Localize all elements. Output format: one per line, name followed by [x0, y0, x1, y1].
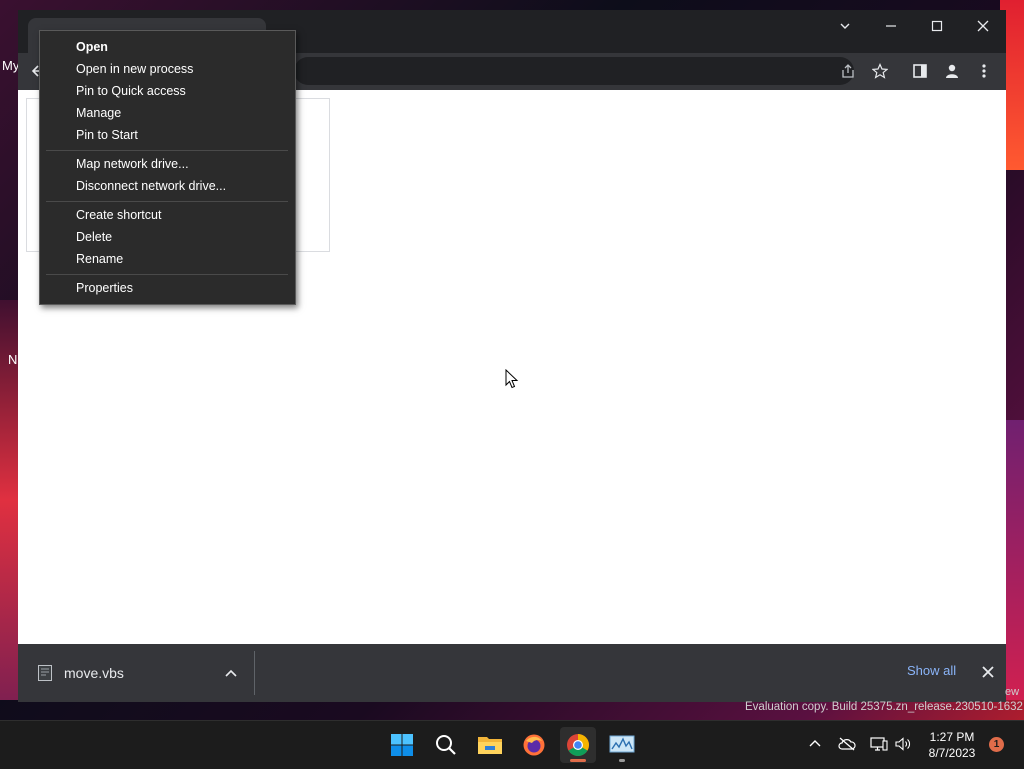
chrome-icon [567, 734, 589, 756]
menu-item-delete[interactable]: Delete [76, 230, 112, 244]
close-icon[interactable] [960, 10, 1006, 42]
network-icon[interactable] [870, 735, 888, 753]
context-menu: Open Open in new process Pin to Quick ac… [39, 30, 296, 305]
tab-search-icon[interactable] [822, 10, 868, 42]
start-icon [391, 734, 413, 756]
address-bar[interactable] [294, 57, 854, 85]
evaluation-watermark: Evaluation copy. Build 25375.zn_release.… [745, 701, 1023, 713]
file-explorer-button[interactable] [472, 727, 508, 763]
script-file-icon [38, 665, 52, 681]
share-icon[interactable] [838, 61, 858, 81]
menu-item-disconnect-network-drive[interactable]: Disconnect network drive... [76, 179, 226, 193]
download-divider [254, 651, 255, 695]
download-bar: move.vbs Show all [18, 644, 1006, 702]
cloud-offline-icon[interactable] [838, 735, 856, 753]
resource-monitor-icon [609, 735, 635, 753]
menu-item-open[interactable]: Open [76, 40, 108, 54]
running-app-indicator [619, 759, 625, 762]
firefox-button[interactable] [516, 727, 552, 763]
chevron-up-icon[interactable] [223, 666, 239, 682]
clock-time: 1:27 PM [929, 730, 975, 744]
firefox-icon [523, 734, 545, 756]
start-button[interactable] [384, 727, 420, 763]
side-panel-icon[interactable] [910, 61, 930, 81]
taskbar: 1:27 PM 8/7/2023 1 [0, 720, 1024, 769]
mouse-cursor-icon [505, 369, 519, 389]
desktop-icon-label[interactable]: My [2, 58, 19, 73]
menu-item-rename[interactable]: Rename [76, 252, 123, 266]
show-all-button[interactable]: Show all [907, 663, 956, 678]
watermark-edge-text: ew [1005, 686, 1020, 698]
file-explorer-icon [478, 737, 502, 754]
bookmark-star-icon[interactable] [870, 61, 890, 81]
menu-item-map-network-drive[interactable]: Map network drive... [76, 157, 189, 171]
clock-date: 8/7/2023 [928, 746, 976, 760]
chevron-up-icon[interactable] [806, 735, 824, 753]
menu-item-manage[interactable]: Manage [76, 106, 121, 120]
download-file-name: move.vbs [64, 665, 124, 681]
menu-separator [46, 274, 288, 275]
more-menu-icon[interactable] [974, 61, 994, 81]
system-clock[interactable]: 1:27 PM 8/7/2023 [914, 729, 990, 761]
maximize-icon[interactable] [914, 10, 960, 42]
search-button[interactable] [428, 727, 464, 763]
menu-separator [46, 150, 288, 151]
resource-monitor-button[interactable] [604, 727, 640, 763]
chrome-button[interactable] [560, 727, 596, 763]
menu-item-open-new-process[interactable]: Open in new process [76, 62, 193, 76]
menu-item-pin-start[interactable]: Pin to Start [76, 128, 138, 142]
active-app-indicator [570, 759, 586, 762]
close-download-bar-icon[interactable] [980, 664, 996, 680]
download-item[interactable]: move.vbs [18, 651, 254, 695]
volume-icon[interactable] [894, 735, 912, 753]
search-icon [436, 735, 456, 755]
menu-item-properties[interactable]: Properties [76, 281, 133, 295]
desktop-icon-label[interactable]: N [8, 352, 17, 367]
profile-icon[interactable] [942, 61, 962, 81]
menu-item-pin-quick-access[interactable]: Pin to Quick access [76, 84, 186, 98]
minimize-icon[interactable] [868, 10, 914, 42]
notification-badge[interactable]: 1 [989, 737, 1004, 752]
menu-separator [46, 201, 288, 202]
menu-item-create-shortcut[interactable]: Create shortcut [76, 208, 161, 222]
